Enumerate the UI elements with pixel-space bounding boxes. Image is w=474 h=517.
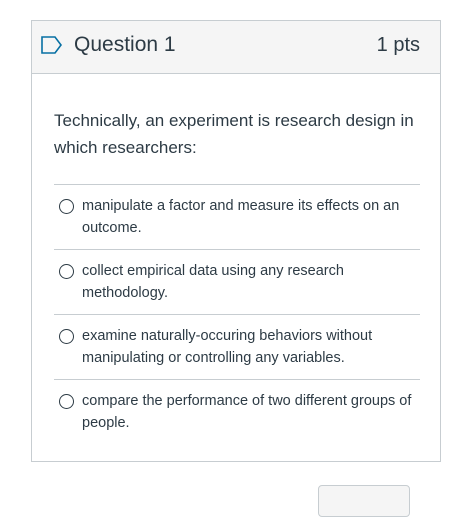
question-card: Question 1 1 pts Technically, an experim… xyxy=(31,20,441,462)
radio-button[interactable] xyxy=(59,199,74,214)
answer-label[interactable]: collect empirical data using any researc… xyxy=(82,260,422,304)
answer-label[interactable]: examine naturally-occuring behaviors wit… xyxy=(82,325,422,369)
answer-option[interactable]: examine naturally-occuring behaviors wit… xyxy=(54,314,420,379)
answer-list: manipulate a factor and measure its effe… xyxy=(54,184,420,444)
radio-button[interactable] xyxy=(59,264,74,279)
question-header: Question 1 1 pts xyxy=(32,21,440,74)
answer-label[interactable]: compare the performance of two different… xyxy=(82,390,422,434)
flag-icon[interactable] xyxy=(41,36,63,54)
answer-label[interactable]: manipulate a factor and measure its effe… xyxy=(82,195,422,239)
answer-option[interactable]: compare the performance of two different… xyxy=(54,379,420,444)
answer-option[interactable]: collect empirical data using any researc… xyxy=(54,249,420,314)
question-title: Question 1 xyxy=(74,33,176,56)
answer-option[interactable]: manipulate a factor and measure its effe… xyxy=(54,184,420,249)
question-text: Technically, an experiment is research d… xyxy=(54,111,414,157)
question-points: 1 pts xyxy=(376,34,420,56)
next-button[interactable] xyxy=(318,485,410,517)
radio-button[interactable] xyxy=(59,394,74,409)
radio-button[interactable] xyxy=(59,329,74,344)
question-body: Technically, an experiment is research d… xyxy=(32,107,440,444)
